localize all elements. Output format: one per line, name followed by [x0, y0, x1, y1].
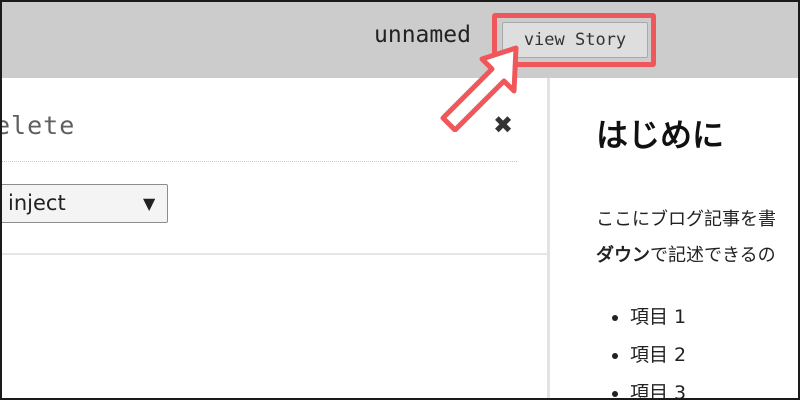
action-select[interactable]: inject ▼ — [2, 184, 168, 223]
list-item: 項目 1 — [630, 302, 686, 340]
list-item: 項目 2 — [630, 340, 686, 378]
dotted-divider — [2, 161, 517, 162]
annotation-arrow-icon — [440, 45, 519, 132]
article-paragraph-line-2: ダウンで記述できるの — [596, 241, 776, 267]
chevron-down-icon: ▼ — [143, 194, 156, 213]
list-item: 項目 3 — [630, 378, 686, 398]
bold-text: ダウン — [596, 245, 650, 266]
select-value: inject — [8, 191, 66, 215]
article-heading: はじめに — [596, 116, 725, 154]
article-paragraph-line-1: ここにブログ記事を書 — [596, 209, 776, 230]
section-divider — [2, 253, 547, 255]
paragraph-text: で記述できるの — [650, 245, 776, 266]
story-preview-pane: はじめに ここにブログ記事を書 ダウンで記述できるの 項目 1 項目 2 項目 … — [550, 78, 798, 398]
delete-label: elete — [0, 111, 76, 140]
top-bar: unnamed view Story — [2, 2, 798, 78]
screenshot-frame: unnamed view Story elete ✖ inject ▼ t はじ… — [0, 0, 800, 400]
article-list: 項目 1 項目 2 項目 3 — [612, 302, 686, 398]
